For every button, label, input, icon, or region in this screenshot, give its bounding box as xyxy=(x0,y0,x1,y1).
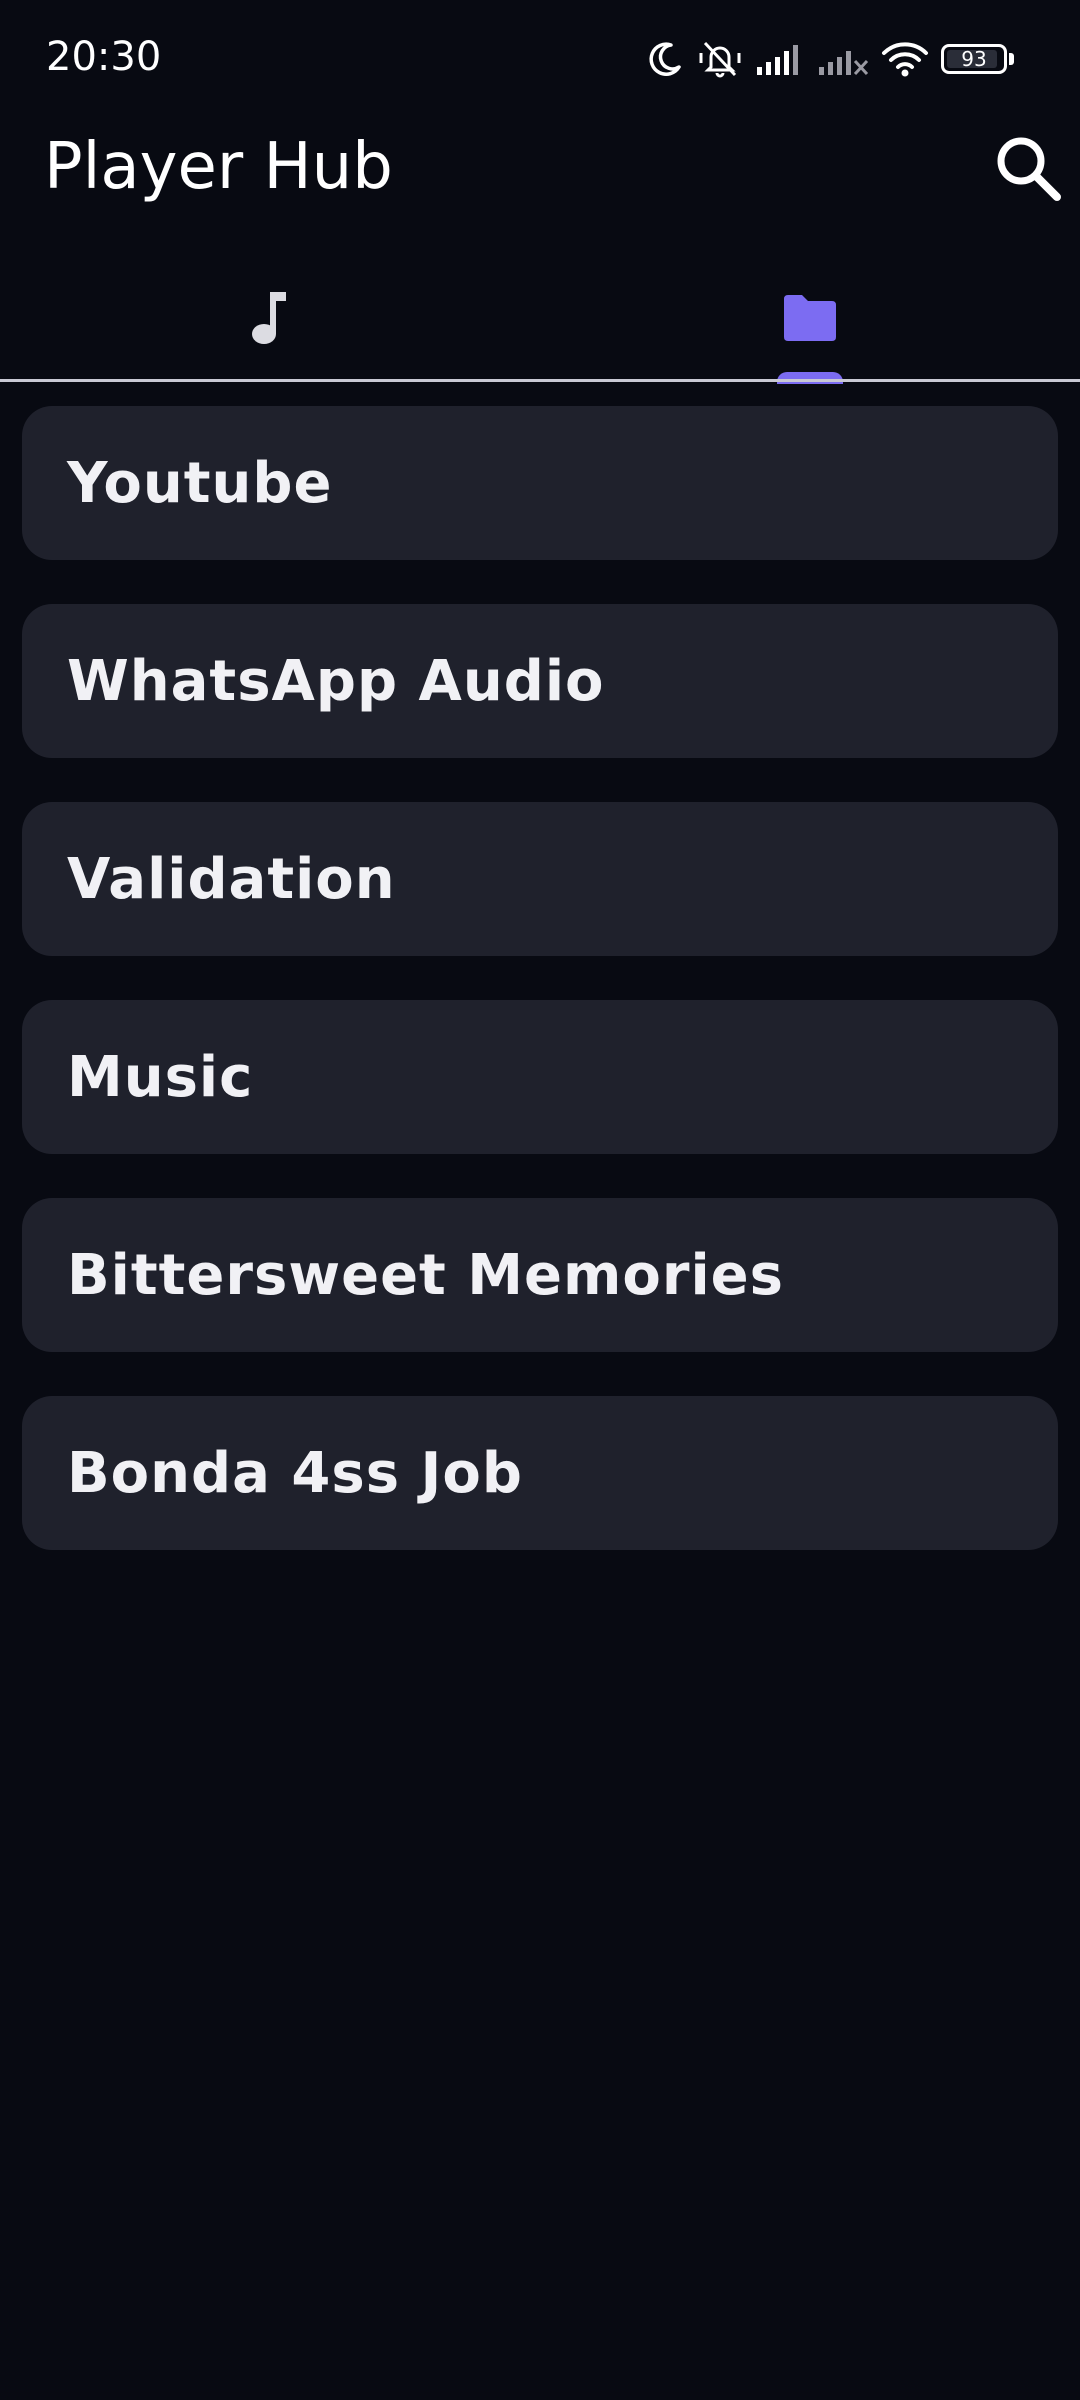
search-button[interactable] xyxy=(988,130,1068,210)
signal-icon xyxy=(755,41,805,77)
vibrate-off-icon xyxy=(697,39,743,79)
search-icon xyxy=(992,132,1064,208)
battery-level: 93 xyxy=(961,47,987,71)
folder-name: WhatsApp Audio xyxy=(67,648,605,714)
divider xyxy=(0,379,1080,382)
folder-item[interactable]: Music xyxy=(22,1000,1058,1154)
status-icons: 93 xyxy=(645,34,1014,84)
folder-item[interactable]: Youtube xyxy=(22,406,1058,560)
folder-item[interactable]: Validation xyxy=(22,802,1058,956)
folder-name: Youtube xyxy=(67,450,333,516)
moon-icon xyxy=(645,39,685,79)
signal-no-service-icon xyxy=(817,41,869,77)
folder-name: Music xyxy=(67,1044,254,1110)
music-note-icon xyxy=(248,290,292,350)
battery-icon: 93 xyxy=(941,44,1014,74)
tab-indicator xyxy=(777,372,843,384)
folder-name: Bittersweet Memories xyxy=(67,1242,784,1308)
folder-item[interactable]: Bittersweet Memories xyxy=(22,1198,1058,1352)
folder-icon xyxy=(780,293,840,347)
tab-folders[interactable] xyxy=(540,258,1080,382)
folder-item[interactable]: WhatsApp Audio xyxy=(22,604,1058,758)
folder-list: Youtube WhatsApp Audio Validation Music … xyxy=(22,406,1058,1594)
tab-bar xyxy=(0,258,1080,384)
status-time: 20:30 xyxy=(46,34,162,80)
battery-body: 93 xyxy=(941,44,1007,74)
folder-item[interactable]: Bonda 4ss Job xyxy=(22,1396,1058,1550)
page-title: Player Hub xyxy=(44,130,393,204)
wifi-icon xyxy=(881,39,929,79)
tab-songs[interactable] xyxy=(0,258,540,382)
status-bar: 20:30 93 xyxy=(0,0,1080,120)
folder-name: Bonda 4ss Job xyxy=(67,1440,523,1506)
folder-name: Validation xyxy=(67,846,396,912)
